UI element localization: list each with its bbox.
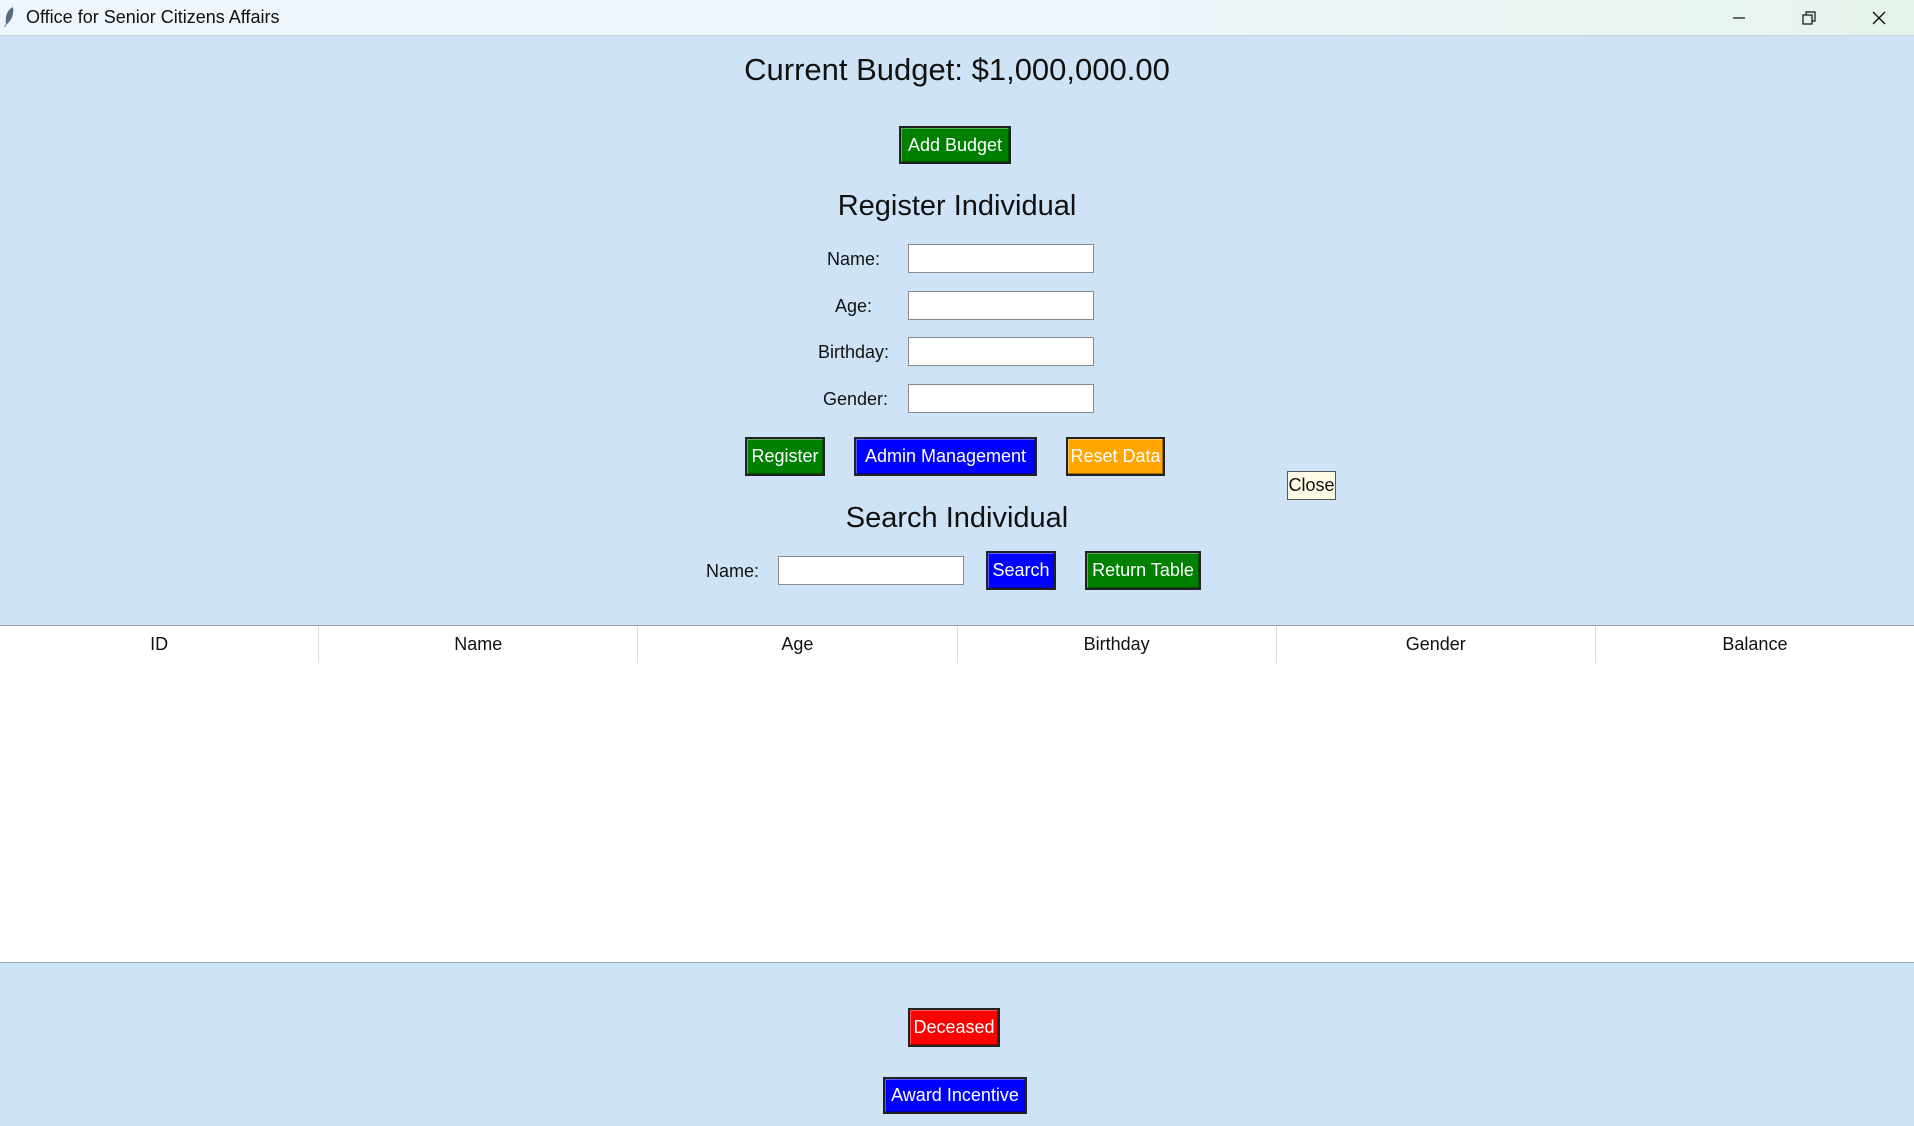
current-budget-label: Current Budget: $1,000,000.00 — [744, 52, 1170, 87]
name-label: Name: — [827, 249, 881, 269]
admin-management-button[interactable]: Admin Management — [854, 437, 1037, 476]
gender-label: Gender: — [823, 389, 889, 409]
name-field[interactable] — [908, 244, 1094, 273]
search-section-title: Search Individual — [845, 502, 1069, 534]
search-button[interactable]: Search — [986, 551, 1056, 590]
search-name-label: Name: — [706, 561, 760, 581]
column-header-id[interactable]: ID — [0, 626, 320, 663]
award-incentive-button[interactable]: Award Incentive — [883, 1077, 1027, 1114]
column-header-gender[interactable]: Gender — [1277, 626, 1596, 663]
minimize-icon — [1733, 16, 1745, 19]
age-label: Age: — [835, 296, 873, 316]
individuals-table[interactable]: ID Name Age Birthday Gender Balance — [0, 625, 1914, 963]
return-table-button[interactable]: Return Table — [1085, 551, 1201, 590]
reset-data-button[interactable]: Reset Data — [1066, 437, 1165, 476]
column-header-birthday[interactable]: Birthday — [958, 626, 1277, 663]
birthday-label: Birthday: — [818, 342, 890, 362]
column-header-balance[interactable]: Balance — [1596, 626, 1914, 663]
restore-button[interactable] — [1774, 0, 1844, 35]
register-button[interactable]: Register — [745, 437, 825, 476]
age-field[interactable] — [908, 291, 1094, 320]
close-button[interactable]: Close — [1287, 471, 1336, 500]
restore-icon — [1802, 10, 1816, 25]
birthday-field[interactable] — [908, 337, 1094, 366]
add-budget-button[interactable]: Add Budget — [899, 126, 1011, 164]
window-title: Office for Senior Citizens Affairs — [26, 7, 280, 27]
title-bar: Office for Senior Citizens Affairs — [0, 0, 1914, 36]
search-input[interactable] — [778, 556, 964, 585]
minimize-button[interactable] — [1704, 0, 1774, 35]
column-header-age[interactable]: Age — [638, 626, 958, 663]
table-body[interactable] — [0, 663, 1914, 962]
feather-icon — [4, 7, 14, 27]
gender-field[interactable] — [908, 384, 1094, 413]
column-header-name[interactable]: Name — [319, 626, 639, 663]
deceased-button[interactable]: Deceased — [908, 1008, 1000, 1047]
close-window-button[interactable] — [1844, 0, 1914, 35]
table-header: ID Name Age Birthday Gender Balance — [0, 626, 1914, 663]
register-section-title: Register Individual — [837, 190, 1077, 222]
close-icon — [1872, 11, 1886, 24]
